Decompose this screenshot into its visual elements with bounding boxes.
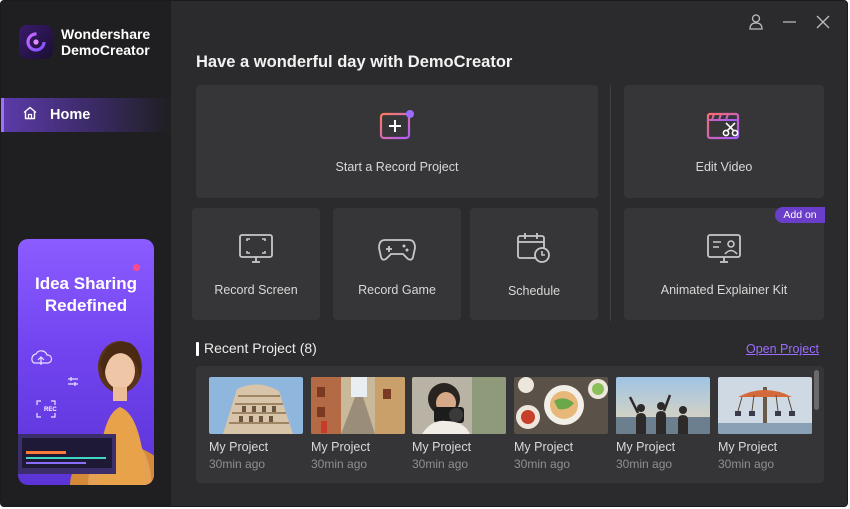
- project-thumbnail: [616, 377, 710, 434]
- project-time: 30min ago: [514, 457, 571, 471]
- promo-illustration: REC: [18, 341, 154, 485]
- project-name: My Project: [514, 440, 574, 454]
- start-record-project-card[interactable]: Start a Record Project: [196, 85, 598, 198]
- schedule-card[interactable]: Schedule: [470, 208, 598, 320]
- project-item[interactable]: My Project 30min ago: [209, 377, 303, 471]
- project-time: 30min ago: [311, 457, 368, 471]
- sidebar-item-home[interactable]: Home: [1, 98, 171, 132]
- greeting-title: Have a wonderful day with DemoCreator: [196, 53, 513, 71]
- project-name: My Project: [616, 440, 676, 454]
- project-time: 30min ago: [616, 457, 673, 471]
- record-game-label: Record Game: [358, 282, 436, 297]
- recent-scrollbar[interactable]: [814, 370, 819, 410]
- open-project-link[interactable]: Open Project: [746, 342, 819, 356]
- schedule-label: Schedule: [507, 283, 561, 298]
- project-item[interactable]: My Project 30min ago: [514, 377, 608, 471]
- close-icon[interactable]: [815, 13, 831, 36]
- animated-explainer-kit-label: Animated Explainer Kit: [660, 282, 788, 297]
- project-item[interactable]: My Project 30min ago: [718, 377, 812, 471]
- app-name-line2: DemoCreator: [61, 42, 150, 58]
- project-thumbnail: [412, 377, 506, 434]
- project-thumbnail: [311, 377, 405, 434]
- project-item[interactable]: My Project 30min ago: [412, 377, 506, 471]
- project-time: 30min ago: [412, 457, 469, 471]
- rec-label: REC: [44, 407, 57, 413]
- app-name: Wondershare DemoCreator: [61, 26, 150, 58]
- recent-projects-title: Recent Project (8): [204, 340, 317, 356]
- gamepad-icon: [377, 232, 417, 283]
- project-item[interactable]: My Project 30min ago: [311, 377, 405, 471]
- edit-video-card[interactable]: Edit Video: [624, 85, 824, 198]
- project-time: 30min ago: [209, 457, 266, 471]
- record-screen-icon: [238, 232, 274, 283]
- promo-banner[interactable]: Idea Sharing Redefined REC: [18, 239, 154, 485]
- sidebar-item-label: Home: [50, 107, 91, 123]
- schedule-icon: [516, 231, 552, 284]
- app-window: Wondershare DemoCreator Home Idea Sharin…: [0, 0, 848, 507]
- explainer-kit-icon: [706, 232, 742, 283]
- user-icon[interactable]: [748, 13, 764, 36]
- animated-explainer-kit-card[interactable]: Animated Explainer Kit: [624, 208, 824, 320]
- project-thumbnail: [718, 377, 812, 434]
- recent-title-marker: [196, 342, 199, 356]
- app-logo: Wondershare DemoCreator: [19, 25, 150, 59]
- add-record-icon: [378, 109, 416, 160]
- vertical-divider: [610, 85, 611, 321]
- project-item[interactable]: My Project 30min ago: [616, 377, 710, 471]
- project-thumbnail: [514, 377, 608, 434]
- edit-video-label: Edit Video: [695, 160, 753, 174]
- sliders-icon: [68, 377, 78, 386]
- democreator-logo-icon: [19, 25, 53, 59]
- project-name: My Project: [412, 440, 472, 454]
- cloud-upload-icon: [31, 350, 53, 365]
- record-game-card[interactable]: Record Game: [333, 208, 461, 320]
- project-time: 30min ago: [718, 457, 775, 471]
- sidebar: Wondershare DemoCreator Home Idea Sharin…: [1, 1, 171, 506]
- project-thumbnail: [209, 377, 303, 434]
- home-icon: [22, 105, 38, 126]
- minimize-icon[interactable]: [781, 13, 797, 36]
- addon-badge: Add on: [775, 207, 825, 223]
- edit-video-icon: [705, 109, 743, 160]
- record-screen-card[interactable]: Record Screen: [192, 208, 320, 320]
- start-record-project-label: Start a Record Project: [335, 160, 459, 174]
- laptop-illustration: [18, 434, 116, 474]
- app-name-line1: Wondershare: [61, 26, 151, 42]
- project-name: My Project: [209, 440, 269, 454]
- project-name: My Project: [311, 440, 371, 454]
- project-name: My Project: [718, 440, 778, 454]
- record-screen-label: Record Screen: [214, 282, 298, 297]
